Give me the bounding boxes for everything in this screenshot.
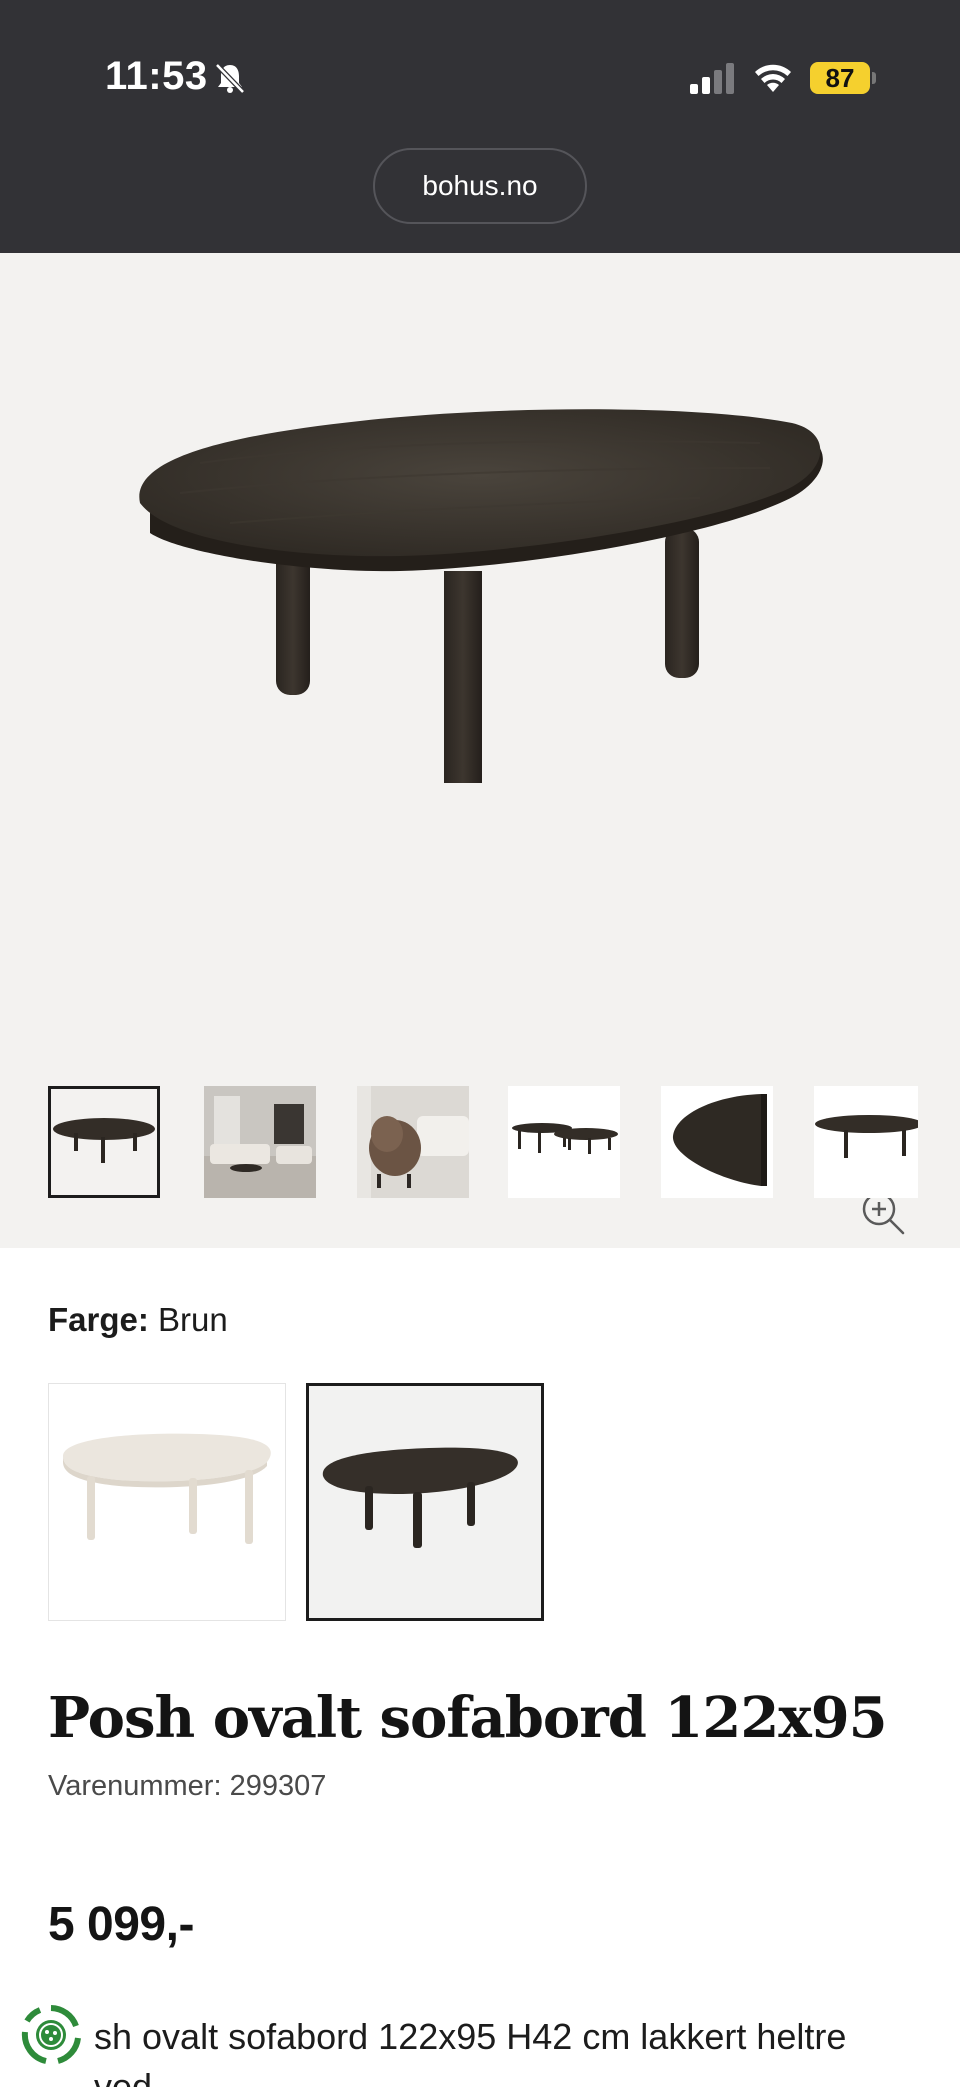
color-label: Farge: Brun	[48, 1301, 228, 1339]
color-option-brown[interactable]	[306, 1383, 544, 1621]
thumb-armchair-image	[357, 1086, 469, 1198]
wifi-icon	[755, 64, 791, 92]
light-table-image	[63, 1433, 271, 1544]
address-bar[interactable]: bohus.no	[373, 148, 587, 224]
thumbnail-2[interactable]	[204, 1086, 316, 1198]
brown-table-image	[322, 1447, 518, 1548]
status-time: 11:53	[105, 54, 208, 98]
table-leg	[665, 528, 699, 678]
color-option-light-wood[interactable]	[48, 1383, 286, 1621]
thumb-table-set-image	[512, 1123, 618, 1154]
product-sku: Varenummer: 299307	[48, 1770, 327, 1802]
thumbnail-strip	[0, 1086, 960, 1202]
table-leg-front	[444, 571, 482, 783]
recycle-badge-icon[interactable]	[18, 2002, 84, 2068]
battery-icon: 87	[810, 62, 876, 94]
thumb-living-room-image	[204, 1086, 316, 1198]
thumbnail-6[interactable]	[814, 1086, 918, 1198]
thumbnail-3[interactable]	[357, 1086, 469, 1198]
description-line-1: sh ovalt sofabord 122x95 H42 cm lakkert …	[94, 2016, 847, 2057]
battery-level: 87	[810, 62, 870, 94]
bell-muted-icon	[215, 63, 245, 94]
thumbnail-1[interactable]	[48, 1086, 160, 1198]
thumb-detail-edge-image	[672, 1094, 767, 1186]
battery-tip	[872, 72, 876, 84]
url-text: bohus.no	[422, 170, 538, 201]
description-line-2: ved	[94, 2066, 153, 2087]
main-product-image[interactable]	[0, 253, 960, 1073]
product-title: Posh ovalt sofabord 122x95	[48, 1685, 888, 1751]
table-top	[139, 409, 821, 557]
thumb-side-view-image	[815, 1115, 918, 1158]
thumbnail-4[interactable]	[508, 1086, 620, 1198]
browser-chrome: 11:53 87 bohus.no	[0, 0, 960, 253]
product-price: 5 099,-	[48, 1898, 194, 1951]
cellular-signal-icon	[690, 63, 734, 94]
product-description: sh ovalt sofabord 122x95 H42 cm lakkert …	[94, 2012, 960, 2087]
color-label-value: Brun	[158, 1301, 228, 1338]
thumb-product-dark-image	[53, 1118, 155, 1163]
thumbnail-5[interactable]	[661, 1086, 773, 1198]
color-label-key: Farge:	[48, 1301, 149, 1338]
